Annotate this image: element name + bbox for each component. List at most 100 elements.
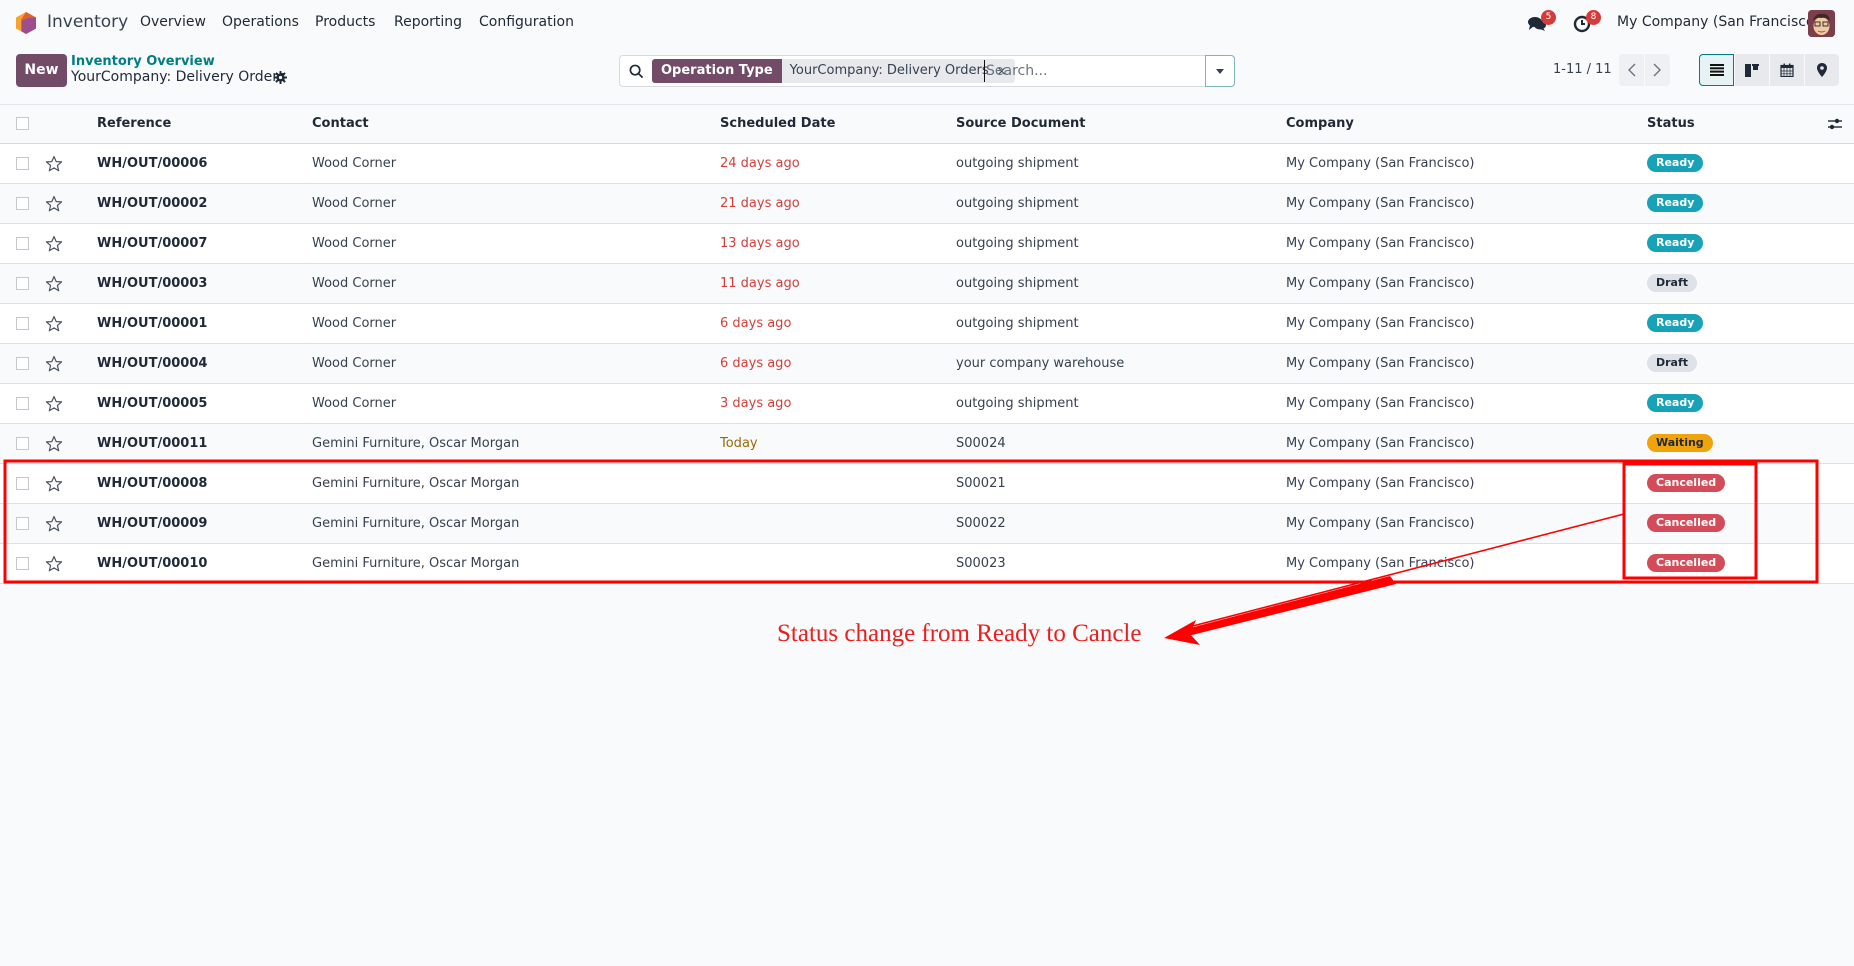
- delivery-orders-table: Reference Contact Scheduled Date Source …: [0, 105, 1854, 584]
- row-checkbox[interactable]: [16, 397, 29, 410]
- cell-scheduled-date: 24 days ago: [720, 156, 800, 171]
- cell-company: My Company (San Francisco): [1286, 316, 1475, 331]
- row-checkbox[interactable]: [16, 317, 29, 330]
- user-avatar[interactable]: [1808, 10, 1835, 37]
- app-name[interactable]: Inventory: [47, 12, 128, 32]
- company-switcher[interactable]: My Company (San Francisco): [1617, 14, 1820, 30]
- cell-source-document: S00024: [956, 436, 1006, 451]
- status-badge: Cancelled: [1647, 514, 1726, 532]
- row-checkbox[interactable]: [16, 277, 29, 290]
- status-badge: Ready: [1647, 234, 1704, 252]
- view-list-button[interactable]: [1699, 54, 1734, 86]
- column-header-status[interactable]: Status: [1647, 116, 1695, 131]
- cell-scheduled-date: 11 days ago: [720, 276, 800, 291]
- table-row[interactable]: WH/OUT/00002 Wood Corner 21 days ago out…: [0, 184, 1854, 224]
- star-favorite-icon[interactable]: [45, 515, 63, 533]
- row-checkbox[interactable]: [16, 197, 29, 210]
- cell-reference: WH/OUT/00010: [97, 556, 208, 571]
- cell-company: My Company (San Francisco): [1286, 396, 1475, 411]
- cell-company: My Company (San Francisco): [1286, 156, 1475, 171]
- cell-reference: WH/OUT/00011: [97, 436, 208, 451]
- view-calendar-button[interactable]: [1769, 54, 1804, 86]
- search-options-dropdown-toggle[interactable]: [1205, 55, 1235, 87]
- view-kanban-button[interactable]: [1734, 54, 1769, 86]
- menu-reporting[interactable]: Reporting: [394, 14, 462, 30]
- column-header-source-document[interactable]: Source Document: [956, 116, 1086, 131]
- cell-scheduled-date: Today: [720, 436, 758, 451]
- table-row[interactable]: WH/OUT/00005 Wood Corner 3 days ago outg…: [0, 384, 1854, 424]
- table-row[interactable]: WH/OUT/00009 Gemini Furniture, Oscar Mor…: [0, 504, 1854, 544]
- pager-previous-button[interactable]: [1619, 54, 1644, 86]
- row-checkbox[interactable]: [16, 237, 29, 250]
- search-input[interactable]: [984, 60, 1204, 82]
- facet-label: Operation Type: [652, 59, 782, 83]
- row-checkbox[interactable]: [16, 357, 29, 370]
- column-header-company[interactable]: Company: [1286, 116, 1354, 131]
- table-row[interactable]: WH/OUT/00007 Wood Corner 13 days ago out…: [0, 224, 1854, 264]
- table-row[interactable]: WH/OUT/00004 Wood Corner 6 days ago your…: [0, 344, 1854, 384]
- cell-reference: WH/OUT/00007: [97, 236, 208, 251]
- star-favorite-icon[interactable]: [45, 355, 63, 373]
- cell-company: My Company (San Francisco): [1286, 516, 1475, 531]
- activities-badge: 8: [1586, 10, 1601, 25]
- cell-contact: Gemini Furniture, Oscar Morgan: [312, 516, 520, 531]
- row-checkbox[interactable]: [16, 157, 29, 170]
- list-view-icon: [1709, 64, 1724, 76]
- column-header-contact[interactable]: Contact: [312, 116, 369, 131]
- cell-contact: Wood Corner: [312, 236, 397, 251]
- menu-configuration[interactable]: Configuration: [479, 14, 574, 30]
- menu-products[interactable]: Products: [315, 14, 375, 30]
- breadcrumb-parent-link[interactable]: Inventory Overview: [71, 54, 215, 69]
- cell-scheduled-date: 6 days ago: [720, 356, 792, 371]
- menu-overview[interactable]: Overview: [140, 14, 206, 30]
- chevron-left-icon: [1627, 63, 1635, 77]
- star-favorite-icon[interactable]: [45, 315, 63, 333]
- table-row[interactable]: WH/OUT/00003 Wood Corner 11 days ago out…: [0, 264, 1854, 304]
- pager-next-button[interactable]: [1644, 54, 1669, 86]
- cell-source-document: outgoing shipment: [956, 316, 1079, 331]
- pager-value[interactable]: 1-11 / 11: [1553, 62, 1612, 77]
- cell-reference: WH/OUT/00008: [97, 476, 208, 491]
- row-checkbox[interactable]: [16, 477, 29, 490]
- status-badge: Waiting: [1647, 434, 1713, 452]
- cell-contact: Wood Corner: [312, 396, 397, 411]
- table-row[interactable]: WH/OUT/00008 Gemini Furniture, Oscar Mor…: [0, 464, 1854, 504]
- status-badge: Ready: [1647, 194, 1704, 212]
- cell-contact: Gemini Furniture, Oscar Morgan: [312, 436, 520, 451]
- row-checkbox[interactable]: [16, 557, 29, 570]
- table-row[interactable]: WH/OUT/00010 Gemini Furniture, Oscar Mor…: [0, 544, 1854, 584]
- star-favorite-icon[interactable]: [45, 275, 63, 293]
- cell-source-document: outgoing shipment: [956, 276, 1079, 291]
- star-favorite-icon[interactable]: [45, 395, 63, 413]
- view-map-button[interactable]: [1804, 54, 1839, 86]
- status-badge: Ready: [1647, 154, 1704, 172]
- annotation-arrow-shaft: [1186, 576, 1396, 636]
- star-favorite-icon[interactable]: [45, 195, 63, 213]
- status-badge: Draft: [1647, 354, 1698, 372]
- star-favorite-icon[interactable]: [45, 435, 63, 453]
- table-row[interactable]: WH/OUT/00011 Gemini Furniture, Oscar Mor…: [0, 424, 1854, 464]
- menu-operations[interactable]: Operations: [222, 14, 299, 30]
- cell-company: My Company (San Francisco): [1286, 196, 1475, 211]
- cell-scheduled-date: 6 days ago: [720, 316, 792, 331]
- gear-icon[interactable]: [274, 71, 287, 84]
- optional-columns-toggle-icon[interactable]: [1827, 116, 1843, 132]
- select-all-checkbox[interactable]: [16, 117, 29, 130]
- star-favorite-icon[interactable]: [45, 475, 63, 493]
- column-header-scheduled-date[interactable]: Scheduled Date: [720, 116, 835, 131]
- search-icon[interactable]: [629, 64, 644, 79]
- row-checkbox[interactable]: [16, 437, 29, 450]
- star-favorite-icon[interactable]: [45, 235, 63, 253]
- star-favorite-icon[interactable]: [45, 555, 63, 573]
- table-row[interactable]: WH/OUT/00006 Wood Corner 24 days ago out…: [0, 144, 1854, 184]
- row-checkbox[interactable]: [16, 517, 29, 530]
- star-favorite-icon[interactable]: [45, 155, 63, 173]
- cell-company: My Company (San Francisco): [1286, 356, 1475, 371]
- app-logo-icon[interactable]: [16, 12, 36, 34]
- cell-contact: Wood Corner: [312, 356, 397, 371]
- table-row[interactable]: WH/OUT/00001 Wood Corner 6 days ago outg…: [0, 304, 1854, 344]
- new-button[interactable]: New: [16, 54, 67, 87]
- cell-company: My Company (San Francisco): [1286, 556, 1475, 571]
- cell-scheduled-date: 21 days ago: [720, 196, 800, 211]
- column-header-reference[interactable]: Reference: [97, 116, 171, 131]
